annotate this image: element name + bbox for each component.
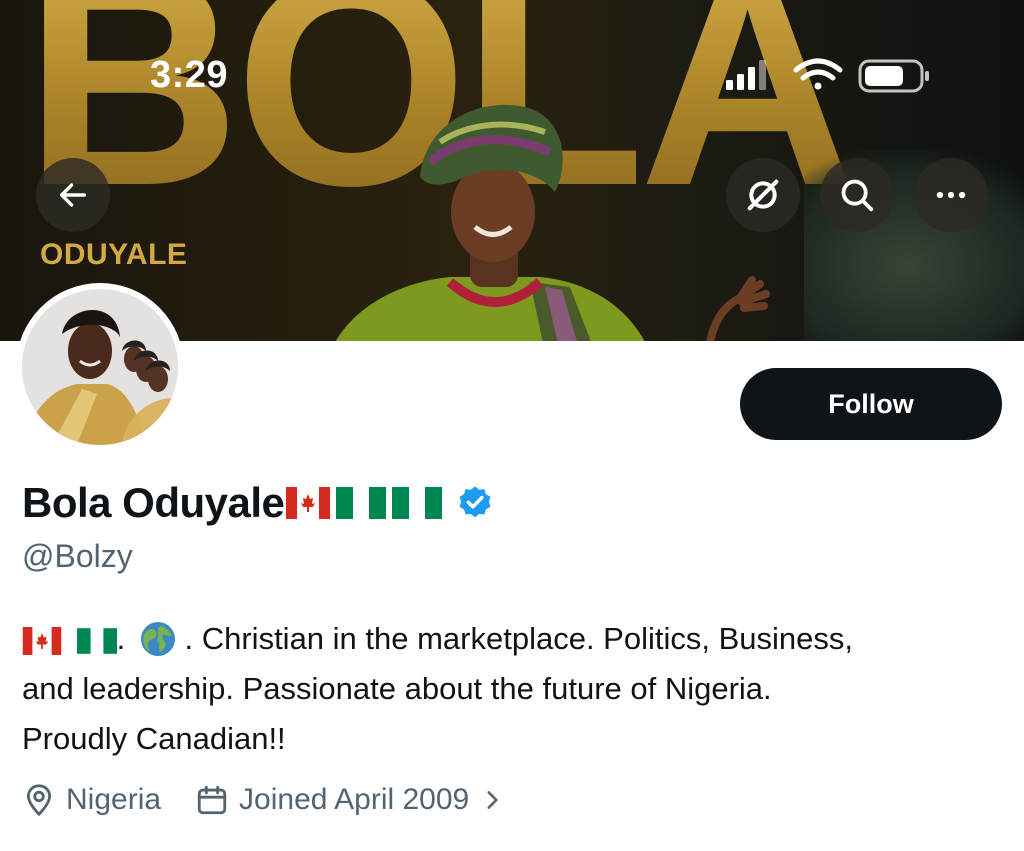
flag-nigeria-icon [76, 628, 117, 654]
arrow-left-icon [59, 183, 87, 207]
grok-button[interactable] [726, 158, 800, 232]
wifi-icon [793, 58, 843, 90]
grok-icon [747, 179, 779, 211]
bio-line-2: and leadership. Passionate about the fut… [22, 671, 772, 706]
profile-meta: Nigeria Joined April 2009 [22, 778, 505, 822]
location-item: Nigeria [22, 783, 161, 817]
location-text: Nigeria [66, 783, 162, 816]
search-icon [841, 179, 874, 212]
profile-name-row: Bola Oduyale [22, 476, 494, 530]
calendar-icon [197, 785, 227, 815]
joined-text: Joined April 2009 [239, 783, 470, 816]
flag-nigeria-icon [392, 487, 443, 519]
banner-subtitle: ODUYALE [40, 238, 188, 271]
verified-badge-icon[interactable] [456, 484, 494, 522]
back-button[interactable] [36, 158, 110, 232]
profile-handle: @Bolzy [22, 538, 133, 574]
chevron-right-icon [487, 791, 498, 809]
profile-avatar[interactable] [16, 283, 184, 451]
flag-nigeria-icon [336, 487, 387, 519]
display-name: Bola Oduyale [22, 479, 285, 526]
more-options-button[interactable] [914, 158, 988, 232]
bio-line-1-text: . Christian in the marketplace. Politics… [184, 621, 854, 656]
location-pin-icon [26, 784, 52, 817]
search-button[interactable] [820, 158, 894, 232]
bio-line-3: Proudly Canadian!! [22, 721, 286, 756]
banner-hand [706, 276, 770, 341]
banner-portrait [335, 104, 645, 341]
globe-icon [140, 622, 175, 656]
joined-item[interactable]: Joined April 2009 [195, 783, 505, 817]
status-icons [726, 58, 929, 93]
cellular-signal-icon [726, 60, 766, 90]
bio-line-1: . . Christian in the marketplace. Politi… [22, 614, 1002, 664]
profile-banner[interactable]: BOLA ODUYALE 3:29 [0, 0, 1024, 341]
flag-canada-icon [22, 627, 62, 655]
follow-button[interactable]: Follow [740, 368, 1002, 440]
profile-bio: . . Christian in the marketplace. Politi… [22, 614, 1002, 764]
avatar-photo [22, 289, 178, 445]
battery-icon [858, 59, 929, 93]
ellipsis-icon [936, 191, 966, 199]
status-time: 3:29 [150, 54, 229, 96]
flag-canada-icon [286, 487, 331, 519]
